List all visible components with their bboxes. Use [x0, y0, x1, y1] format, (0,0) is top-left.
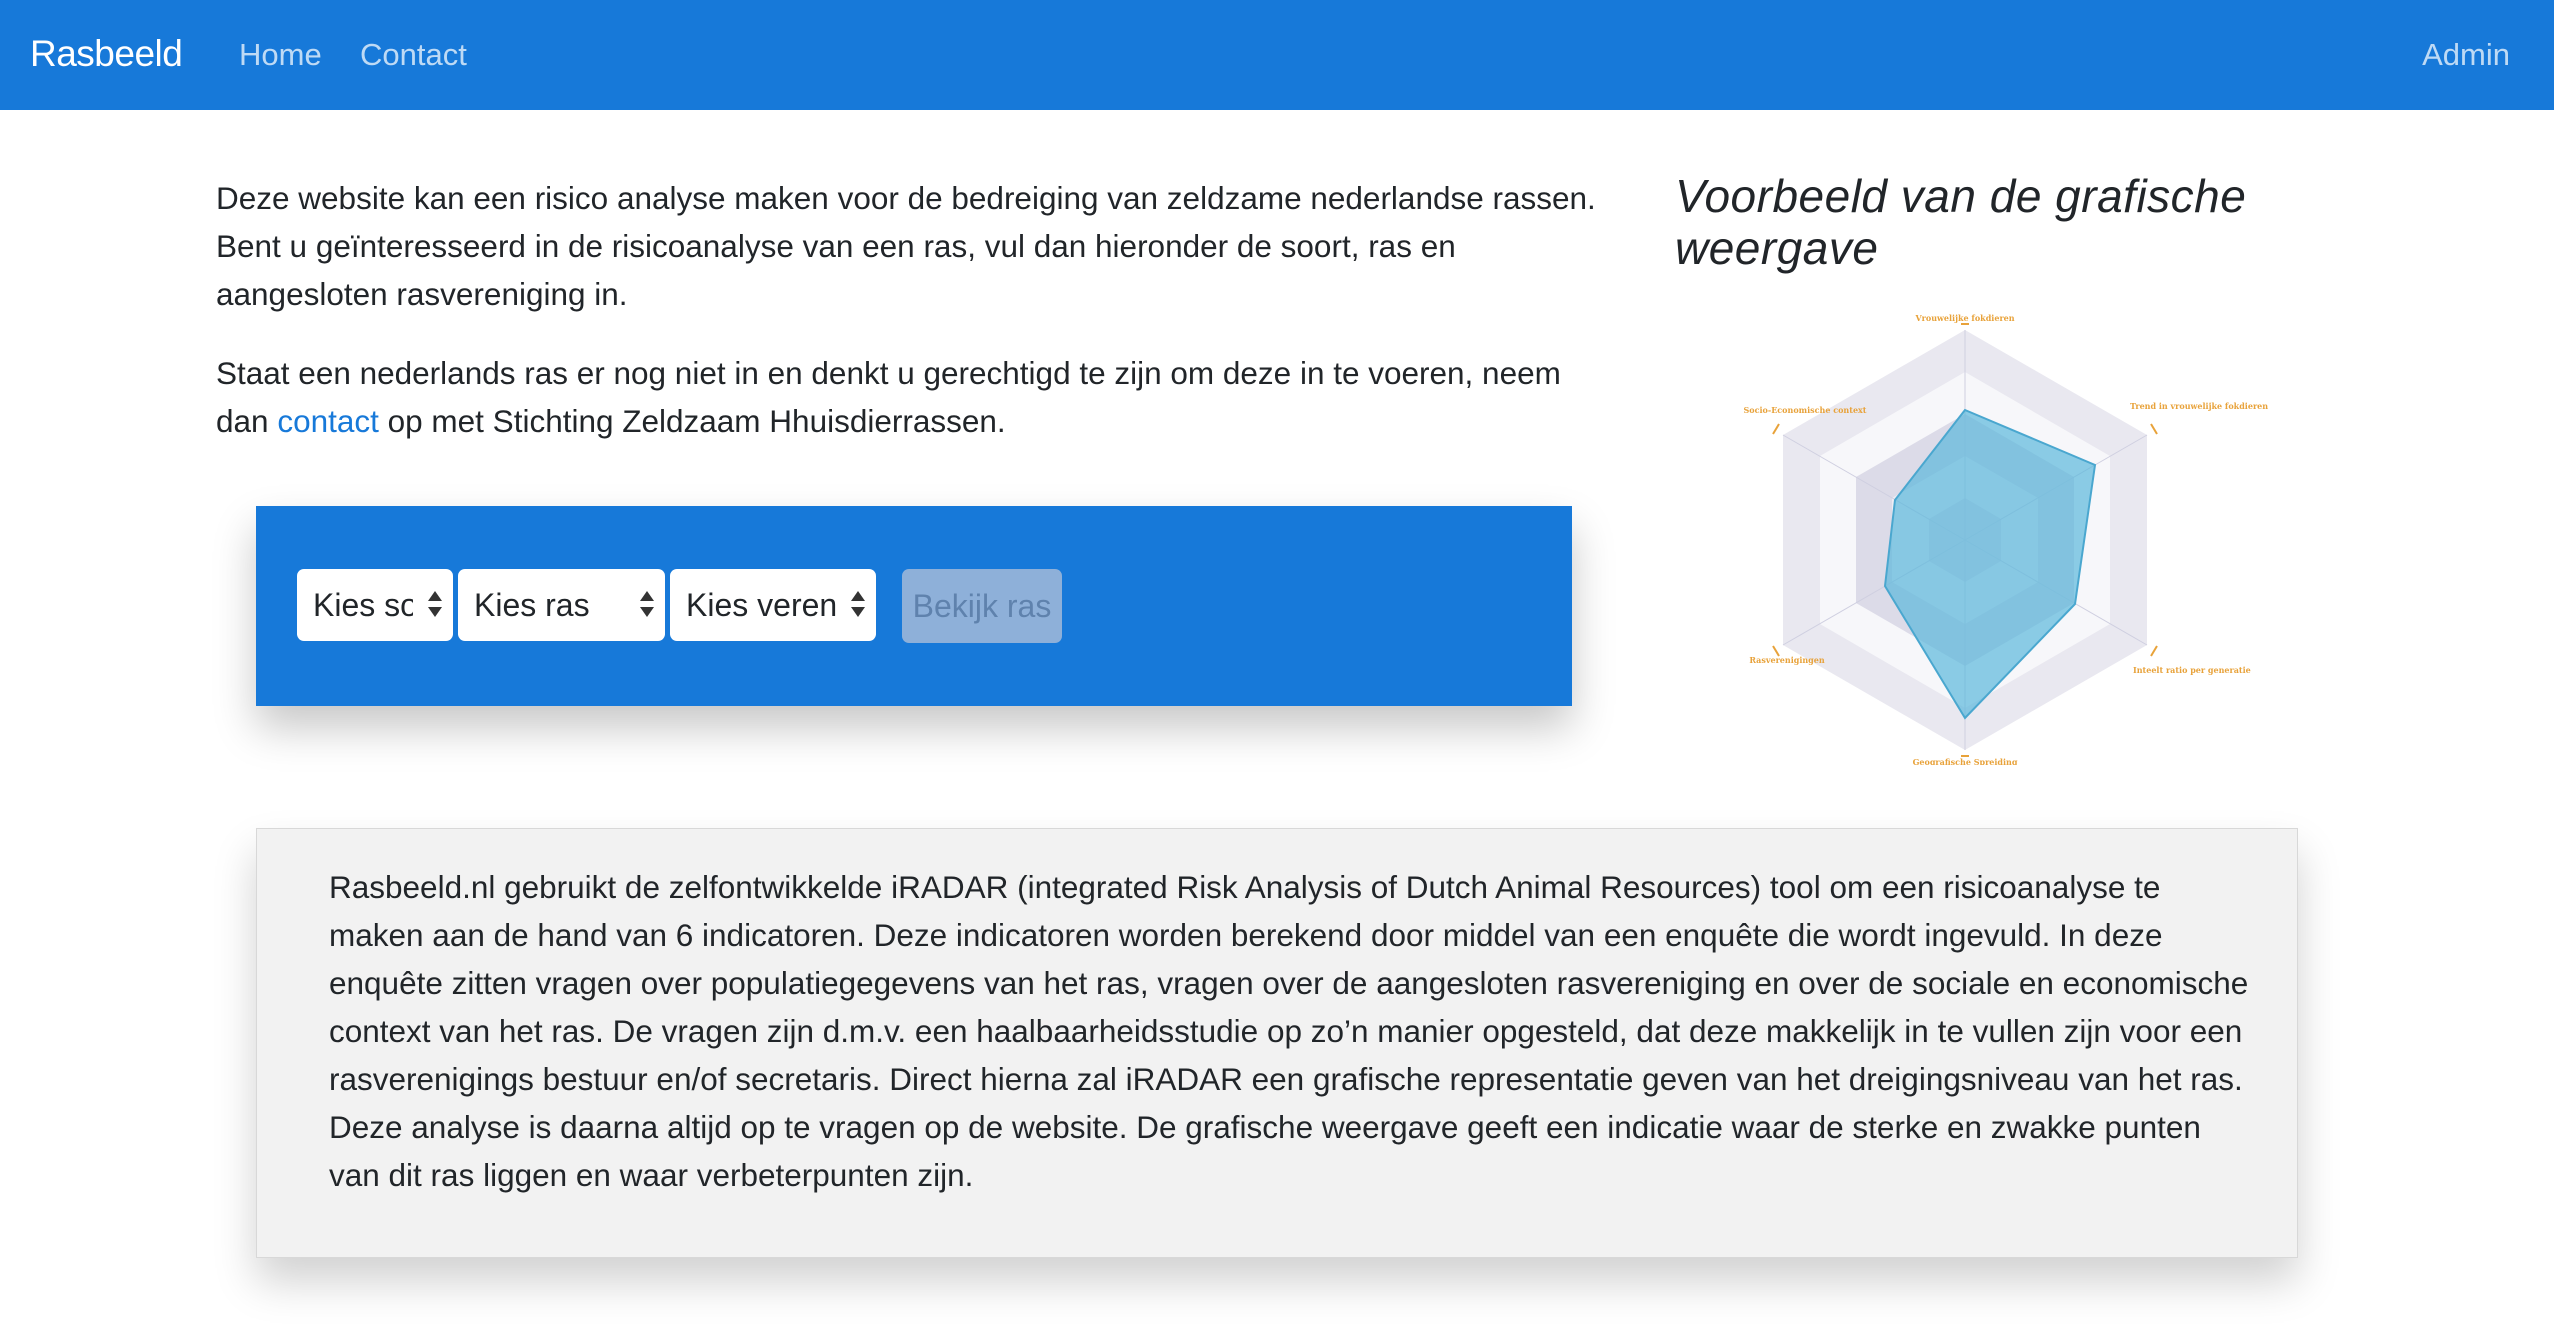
vereniging-select[interactable]: Kies vereniging	[670, 569, 876, 641]
radar-axis-label-1: Vrouwelijke fokdieren	[1914, 313, 2014, 323]
soort-select[interactable]: Kies soort	[297, 569, 453, 641]
radar-axis-label-4: Geografische Spreiding	[1913, 757, 2018, 765]
select-arrows-icon	[848, 569, 868, 641]
radar-axis-label-3: Inteelt ratio per generatie	[2133, 665, 2251, 675]
nav-home-link[interactable]: Home	[239, 33, 322, 77]
iradar-info-text: Rasbeeld.nl gebruikt de zelfontwikkelde …	[329, 869, 2249, 1193]
breed-selection-form: Kies soort Kies ras Kies vereniging Beki…	[256, 506, 1572, 706]
select-arrows-icon	[637, 569, 657, 641]
intro-paragraph-1: Deze website kan een risico analyse make…	[216, 180, 1596, 312]
nav-admin-link[interactable]: Admin	[2422, 33, 2510, 77]
vereniging-select-value: Kies vereniging	[686, 587, 836, 623]
ras-select-value: Kies ras	[474, 587, 590, 623]
bekijk-ras-button[interactable]: Bekijk ras	[902, 569, 1062, 643]
radar-axis-label-5: Rasverenigingen	[1749, 655, 1825, 665]
select-arrows-icon	[425, 569, 445, 641]
radar-chart-image: Vrouwelijke fokdieren Trend in vrouwelij…	[1744, 313, 2269, 765]
intro-paragraph-2: Staat een nederlands ras er nog niet in …	[216, 349, 1596, 445]
intro-text: Deze website kan een risico analyse make…	[216, 174, 1596, 476]
radar-axis-label-2: Trend in vrouwelijke fokdieren	[2130, 401, 2268, 411]
nav-contact-link[interactable]: Contact	[360, 33, 467, 77]
navbar: Rasbeeld Home Contact Admin	[0, 0, 2554, 110]
soort-select-value: Kies soort	[313, 587, 413, 623]
radar-axis-label-6: Socio-Economische context	[1744, 405, 1867, 415]
ras-select[interactable]: Kies ras	[458, 569, 665, 641]
brand-link[interactable]: Rasbeeld	[30, 30, 183, 78]
example-title: Voorbeeld van de grafische weergave	[1675, 170, 2247, 274]
iradar-info-box: Rasbeeld.nl gebruikt de zelfontwikkelde …	[256, 828, 2298, 1258]
intro-paragraph-2-end: op met Stichting Zeldzaam Hhuisdierrasse…	[378, 403, 1006, 439]
contact-link[interactable]: contact	[277, 403, 379, 439]
